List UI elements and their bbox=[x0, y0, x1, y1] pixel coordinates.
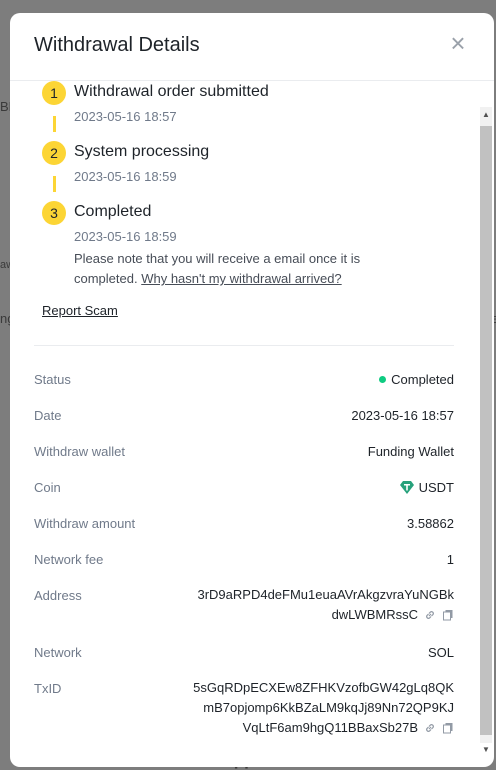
status-value: Completed bbox=[379, 372, 454, 387]
coin-text: USDT bbox=[418, 480, 454, 495]
detail-label: Withdraw amount bbox=[34, 516, 136, 531]
address-line: 3rD9aRPD4deFMu1euaAVrAkgzvraYuNGBk bbox=[197, 587, 454, 602]
amount-value: 3.58862 bbox=[407, 516, 454, 531]
date-value: 2023-05-16 18:57 bbox=[351, 408, 454, 423]
step-time: 2023-05-16 18:57 bbox=[74, 109, 177, 124]
address-line-last: dwLWBMRssC bbox=[164, 605, 454, 625]
modal-body[interactable]: 1 Withdrawal order submitted 2023-05-16 … bbox=[10, 81, 478, 767]
detail-label: Date bbox=[34, 408, 62, 423]
wallet-value: Funding Wallet bbox=[367, 444, 454, 459]
copy-icon[interactable] bbox=[442, 609, 454, 621]
detail-label: Withdraw wallet bbox=[34, 444, 126, 459]
report-scam-link[interactable]: Report Scam bbox=[42, 303, 118, 318]
txid-line-last: VqLtF6am9hgQ11BBaxSb27B bbox=[164, 718, 454, 738]
usdt-icon bbox=[399, 481, 414, 494]
address-line: dwLWBMRssC bbox=[331, 607, 418, 622]
address-value: 3rD9aRPD4deFMu1euaAVrAkgzvraYuNGBk dwLWB… bbox=[164, 585, 454, 625]
modal-title: Withdrawal Details bbox=[34, 34, 200, 56]
detail-label: Status bbox=[34, 372, 71, 387]
txid-line: mB7opjomp6KkBZaLM9kqJj89Nn72QP9KJ bbox=[203, 700, 454, 715]
network-value: SOL bbox=[427, 645, 454, 660]
coin-value: USDT bbox=[399, 480, 454, 495]
detail-label: Network fee bbox=[34, 552, 104, 567]
status-text: Completed bbox=[391, 372, 454, 387]
scroll-up-icon[interactable]: ▲ bbox=[480, 109, 492, 121]
step-title: System processing bbox=[74, 143, 210, 160]
step-time: 2023-05-16 18:59 bbox=[74, 229, 177, 244]
txid-line: VqLtF6am9hgQ11BBaxSb27B bbox=[242, 720, 418, 735]
link-icon[interactable] bbox=[424, 609, 436, 621]
divider bbox=[34, 345, 454, 346]
scroll-down-icon[interactable]: ▼ bbox=[480, 744, 492, 756]
step-title: Withdrawal order submitted bbox=[74, 83, 269, 100]
close-icon[interactable]: × bbox=[448, 30, 468, 56]
step-number: 2 bbox=[42, 141, 66, 165]
step-number: 3 bbox=[42, 201, 66, 225]
detail-label: TxID bbox=[34, 681, 62, 696]
fee-value: 1 bbox=[446, 552, 454, 567]
withdrawal-details-modal: Withdrawal Details × 1 Withdrawal order … bbox=[10, 13, 494, 767]
txid-line: 5sGqRDpECXEw8ZFHKVzofbGW42gLq8QK bbox=[193, 680, 454, 695]
modal-header: Withdrawal Details × bbox=[10, 13, 494, 81]
why-not-arrived-link[interactable]: Why hasn't my withdrawal arrived? bbox=[141, 271, 341, 286]
detail-label: Network bbox=[34, 645, 82, 660]
step-title: Completed bbox=[74, 203, 152, 220]
detail-label: Coin bbox=[34, 480, 61, 495]
detail-label: Address bbox=[34, 588, 82, 603]
step-connector bbox=[53, 176, 56, 192]
copy-icon[interactable] bbox=[442, 722, 454, 734]
step-number: 1 bbox=[42, 81, 66, 105]
status-dot-icon bbox=[379, 376, 387, 383]
step-connector bbox=[53, 116, 56, 132]
scrollbar-thumb[interactable] bbox=[480, 126, 492, 735]
step-note: Please note that you will receive a emai… bbox=[74, 249, 404, 289]
step-time: 2023-05-16 18:59 bbox=[74, 169, 177, 184]
link-icon[interactable] bbox=[424, 722, 436, 734]
txid-value: 5sGqRDpECXEw8ZFHKVzofbGW42gLq8QK mB7opjo… bbox=[164, 678, 454, 738]
